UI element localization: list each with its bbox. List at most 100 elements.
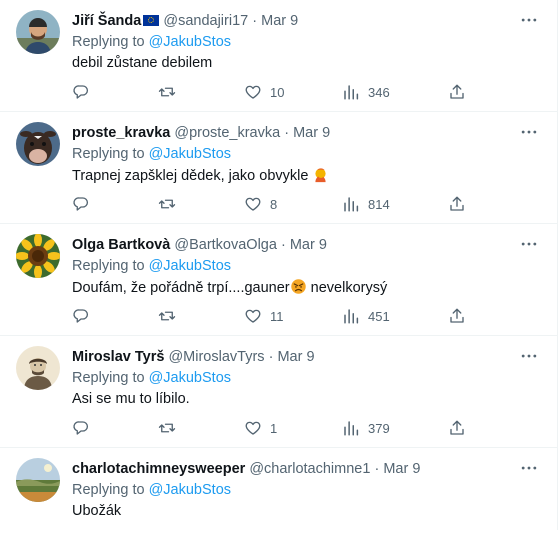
more-icon[interactable] [519, 10, 539, 30]
avatar[interactable] [16, 234, 60, 278]
tweet-actions: 11 451 [72, 306, 472, 326]
replying-to-label: Replying to [72, 482, 145, 498]
separator: · [252, 13, 258, 29]
author-name[interactable]: proste_kravka [72, 125, 170, 141]
reply-feed: Jiří Šanda @sandajiri17 · Mar 9 Replying… [0, 0, 558, 530]
more-icon[interactable] [519, 234, 539, 254]
mention-link[interactable]: @JakubStos [149, 146, 231, 162]
tweet-text: Trapnej zapšklej dědek, jako obvykle [72, 166, 329, 185]
share-icon [448, 83, 466, 101]
share-icon [448, 195, 466, 213]
mention-link[interactable]: @JakubStos [149, 258, 231, 274]
tweet-date[interactable]: Mar 9 [290, 237, 327, 253]
tweet-header: Olga Bartkovà @BartkovaOlga · Mar 9 [72, 236, 327, 254]
view-count: 379 [368, 420, 390, 436]
reply-button[interactable] [72, 418, 98, 438]
retweet-icon [158, 307, 176, 325]
like-button[interactable]: 8 [244, 194, 277, 214]
tweet-date[interactable]: Mar 9 [293, 125, 330, 141]
tweet-date[interactable]: Mar 9 [277, 349, 314, 365]
view-count: 451 [368, 308, 390, 324]
angry-face-emoji-icon [290, 279, 306, 294]
mention-link[interactable]: @JakubStos [149, 370, 231, 386]
view-count: 814 [368, 196, 390, 212]
share-button[interactable] [448, 82, 466, 102]
replying-to: Replying to @JakubStos [72, 33, 231, 51]
mention-link[interactable]: @JakubStos [149, 482, 231, 498]
avatar[interactable] [16, 458, 60, 502]
tweet-date[interactable]: Mar 9 [261, 13, 298, 29]
replying-to: Replying to @JakubStos [72, 257, 231, 275]
reply-icon [72, 419, 90, 437]
views-icon [342, 307, 360, 325]
tweet-text: Ubožák [72, 503, 122, 519]
heart-icon [244, 307, 262, 325]
author-handle[interactable]: @BartkovaOlga [174, 237, 277, 253]
views-button[interactable]: 814 [342, 194, 390, 214]
tweet-text-end: nevelkorysý [306, 280, 388, 296]
replying-to-label: Replying to [72, 34, 145, 50]
more-icon[interactable] [519, 346, 539, 366]
tweet[interactable]: Miroslav Tyrš @MiroslavTyrs · Mar 9 Repl… [0, 336, 557, 448]
view-count: 346 [368, 84, 390, 100]
author-name[interactable]: Olga Bartkovà [72, 237, 170, 253]
reply-button[interactable] [72, 194, 98, 214]
tweet[interactable]: Jiří Šanda @sandajiri17 · Mar 9 Replying… [0, 0, 557, 112]
retweet-icon [158, 419, 176, 437]
author-name[interactable]: Jiří Šanda [72, 13, 141, 29]
views-icon [342, 419, 360, 437]
reply-icon [72, 83, 90, 101]
retweet-button[interactable] [158, 194, 184, 214]
retweet-button[interactable] [158, 82, 184, 102]
tweet[interactable]: charlotachimneysweeper @charlotachimne1 … [0, 448, 557, 560]
tweet-header: Jiří Šanda @sandajiri17 · Mar 9 [72, 12, 298, 30]
tweet-actions: 10 346 [72, 82, 472, 102]
like-button[interactable]: 11 [244, 306, 284, 326]
reply-button[interactable] [72, 82, 98, 102]
like-count: 8 [270, 196, 278, 212]
tweet-text-content: Trapnej zapšklej dědek, jako obvykle [72, 168, 309, 184]
reply-icon [72, 307, 90, 325]
reply-button[interactable] [72, 306, 98, 326]
replying-to: Replying to @JakubStos [72, 145, 231, 163]
share-button[interactable] [448, 418, 466, 438]
like-button[interactable]: 1 [244, 418, 277, 438]
retweet-icon [158, 83, 176, 101]
tweet[interactable]: proste_kravka @proste_kravka · Mar 9 Rep… [0, 112, 557, 224]
share-button[interactable] [448, 194, 466, 214]
retweet-icon [158, 195, 176, 213]
retweet-button[interactable] [158, 306, 184, 326]
more-icon[interactable] [519, 122, 539, 142]
avatar[interactable] [16, 122, 60, 166]
views-button[interactable]: 379 [342, 418, 390, 438]
author-name[interactable]: Miroslav Tyrš [72, 349, 164, 365]
like-button[interactable]: 10 [244, 82, 284, 102]
retweet-button[interactable] [158, 418, 184, 438]
author-name[interactable]: charlotachimneysweeper [72, 461, 245, 477]
replying-to-label: Replying to [72, 370, 145, 386]
author-handle[interactable]: @MiroslavTyrs [168, 349, 264, 365]
views-button[interactable]: 346 [342, 82, 390, 102]
separator: · [374, 461, 380, 477]
more-icon[interactable] [519, 458, 539, 478]
tweet-text: Asi se mu to líbilo. [72, 391, 190, 407]
replying-to: Replying to @JakubStos [72, 369, 231, 387]
eu-flag-icon [143, 15, 160, 26]
heart-icon [244, 195, 262, 213]
share-icon [448, 419, 466, 437]
share-button[interactable] [448, 306, 466, 326]
avatar[interactable] [16, 10, 60, 54]
views-icon [342, 83, 360, 101]
tweet-header: proste_kravka @proste_kravka · Mar 9 [72, 124, 330, 142]
author-handle[interactable]: @sandajiri17 [163, 13, 248, 29]
tweet[interactable]: Olga Bartkovà @BartkovaOlga · Mar 9 Repl… [0, 224, 557, 336]
author-handle[interactable]: @proste_kravka [174, 125, 280, 141]
avatar[interactable] [16, 346, 60, 390]
mention-link[interactable]: @JakubStos [149, 34, 231, 50]
face-palm-emoji-icon [315, 168, 327, 183]
author-handle[interactable]: @charlotachimne1 [249, 461, 370, 477]
share-icon [448, 307, 466, 325]
tweet-date[interactable]: Mar 9 [383, 461, 420, 477]
views-button[interactable]: 451 [342, 306, 390, 326]
heart-icon [244, 83, 262, 101]
